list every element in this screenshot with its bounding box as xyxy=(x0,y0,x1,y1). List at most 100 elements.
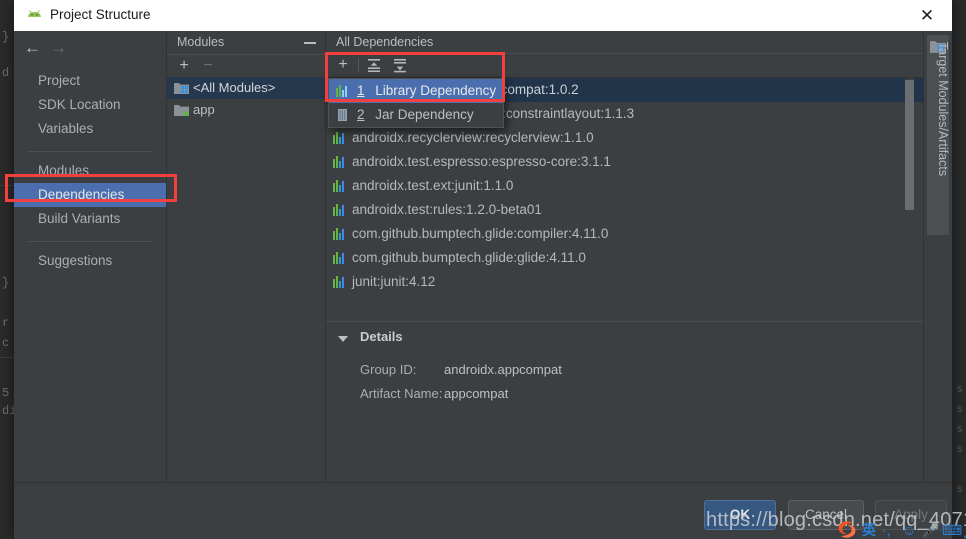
modules-panel-header: Modules xyxy=(167,31,325,54)
list-item[interactable]: com.github.bumptech.glide:compiler:4.11.… xyxy=(326,222,924,246)
screen-root: } d } r c 5 di s s s s s Project Structu… xyxy=(0,0,966,539)
module-app-icon xyxy=(174,105,189,117)
plus-icon[interactable]: + xyxy=(176,58,192,74)
details-title: Details xyxy=(360,329,403,344)
module-row-all-modules[interactable]: <All Modules> xyxy=(167,77,325,99)
ime-keyboard-icon[interactable]: ⌨ xyxy=(942,521,962,539)
list-item-label: com.github.bumptech.glide:glide:4.11.0 xyxy=(352,250,586,265)
ime-punctuation-icon[interactable]: ·, xyxy=(882,521,891,539)
list-item[interactable]: junit:junit:4.12 xyxy=(326,270,924,294)
plus-icon[interactable]: + xyxy=(335,57,351,73)
nav-history-controls: ← → xyxy=(14,35,166,61)
menu-item-label: Library Dependency xyxy=(375,83,497,98)
ime-language-icon[interactable]: 英 xyxy=(862,521,876,539)
add-dependency-popup-menu: 1 Library Dependency 2 Jar Dependency xyxy=(328,78,504,128)
list-item-label: androidx.test:rules:1.2.0-beta01 xyxy=(352,202,542,217)
library-icon xyxy=(333,156,346,168)
list-item[interactable]: androidx.recyclerview:recyclerview:1.1.0 xyxy=(326,126,924,150)
dialog-titlebar: Project Structure ✕ xyxy=(14,0,952,32)
dependencies-panel-title: All Dependencies xyxy=(336,35,434,49)
module-row-label: app xyxy=(193,102,215,117)
ime-emoji-icon[interactable]: ☺ xyxy=(902,521,916,539)
details-label-group-id: Group ID: xyxy=(360,362,417,377)
sidebar-item-project[interactable]: Project xyxy=(14,69,166,93)
library-icon xyxy=(333,204,346,216)
list-item-label: androidx.test.espresso:espresso-core:3.1… xyxy=(352,154,611,169)
ime-user-icon[interactable]: 👤 xyxy=(962,521,966,539)
details-section: Details Group ID: androidx.appcompat Art… xyxy=(326,322,924,482)
library-icon xyxy=(333,180,346,192)
bg-code-fragment: } xyxy=(2,276,10,290)
bg-code-fragment: } xyxy=(2,30,10,44)
minus-icon: − xyxy=(203,57,213,74)
list-item[interactable]: com.github.bumptech.glide:glide:4.11.0 xyxy=(326,246,924,270)
sogou-logo-icon[interactable] xyxy=(836,520,858,539)
dialog-title: Project Structure xyxy=(50,7,151,22)
jar-icon xyxy=(338,109,347,121)
bg-code-fragment: s xyxy=(956,404,963,416)
sidebar-item-variables[interactable]: Variables xyxy=(14,117,166,141)
minus-icon[interactable] xyxy=(303,35,317,49)
menu-item-label: Jar Dependency xyxy=(375,107,474,122)
list-item[interactable]: androidx.test.ext:junit:1.1.0 xyxy=(326,174,924,198)
library-icon xyxy=(333,276,346,288)
sidebar-item-dependencies[interactable]: Dependencies xyxy=(14,183,166,207)
menu-item-mnemonic: 1 xyxy=(357,83,365,98)
toolbar-separator xyxy=(358,58,359,73)
menu-item-jar-dependency[interactable]: 2 Jar Dependency xyxy=(329,103,503,127)
menu-item-mnemonic: 2 xyxy=(357,107,365,122)
bg-code-fragment: 5 xyxy=(2,386,10,400)
expand-all-icon[interactable] xyxy=(366,58,382,73)
bg-divider xyxy=(0,357,14,358)
library-icon xyxy=(336,85,349,97)
sidebar-item-modules[interactable]: Modules xyxy=(14,159,166,183)
target-modules-tab-label: Target Modules/Artifacts xyxy=(936,42,950,177)
bg-code-fragment: r xyxy=(2,316,10,330)
details-label-artifact-name: Artifact Name: xyxy=(360,386,443,401)
sidebar-item-suggestions[interactable]: Suggestions xyxy=(14,249,166,273)
triangle-down-icon[interactable] xyxy=(338,336,348,342)
modules-panel-title: Modules xyxy=(177,35,225,49)
dependencies-toolbar: + xyxy=(326,54,924,78)
ime-microphone-icon[interactable]: 🎤 xyxy=(922,521,939,539)
bg-divider xyxy=(0,185,14,186)
module-row-app[interactable]: app xyxy=(167,99,325,121)
bg-code-fragment: d xyxy=(2,66,10,80)
all-modules-icon xyxy=(174,83,189,94)
library-icon xyxy=(333,228,346,240)
arrow-right-icon[interactable]: → xyxy=(50,39,67,57)
target-modules-tab-strip: Target Modules/Artifacts xyxy=(923,31,952,482)
nav-separator xyxy=(28,241,152,242)
bg-code-fragment: s xyxy=(956,484,963,496)
dependencies-panel-header: All Dependencies xyxy=(326,31,924,54)
ime-toolbar: 英 ·, ☺ 🎤 ⌨ 👤 xyxy=(836,521,966,539)
sidebar-item-sdk-location[interactable]: SDK Location xyxy=(14,93,166,117)
bg-code-fragment: c xyxy=(2,336,10,350)
dependencies-scrollbar-thumb[interactable] xyxy=(905,80,914,210)
settings-nav-list: ← → Project SDK Location Variables Modul… xyxy=(14,31,167,482)
arrow-left-icon[interactable]: ← xyxy=(24,39,41,57)
library-icon xyxy=(333,252,346,264)
modules-panel: Modules + − <All Modules> app xyxy=(167,31,326,482)
modules-toolbar: + − xyxy=(167,54,325,79)
bg-code-fragment: s xyxy=(956,444,963,456)
sidebar-item-build-variants[interactable]: Build Variants xyxy=(14,207,166,231)
details-value-artifact-name: appcompat xyxy=(444,386,509,401)
list-item-label: androidx.test.ext:junit:1.1.0 xyxy=(352,178,514,193)
list-item-label: com.github.bumptech.glide:compiler:4.11.… xyxy=(352,226,609,241)
module-row-label: <All Modules> xyxy=(193,80,276,95)
bg-code-fragment: s xyxy=(956,384,963,396)
list-item-label: junit:junit:4.12 xyxy=(352,274,436,289)
nav-separator xyxy=(28,151,152,152)
details-value-group-id: androidx.appcompat xyxy=(444,362,562,377)
list-item[interactable]: androidx.test:rules:1.2.0-beta01 xyxy=(326,198,924,222)
close-icon[interactable]: ✕ xyxy=(916,5,938,27)
collapse-all-icon[interactable] xyxy=(392,58,408,73)
library-icon xyxy=(333,132,346,144)
android-icon xyxy=(28,10,41,17)
list-item[interactable]: androidx.test.espresso:espresso-core:3.1… xyxy=(326,150,924,174)
bg-code-fragment: s xyxy=(956,424,963,436)
list-item-label: androidx.recyclerview:recyclerview:1.1.0 xyxy=(352,130,594,145)
target-modules-tab[interactable]: Target Modules/Artifacts xyxy=(927,35,950,235)
menu-item-library-dependency[interactable]: 1 Library Dependency xyxy=(329,79,503,103)
